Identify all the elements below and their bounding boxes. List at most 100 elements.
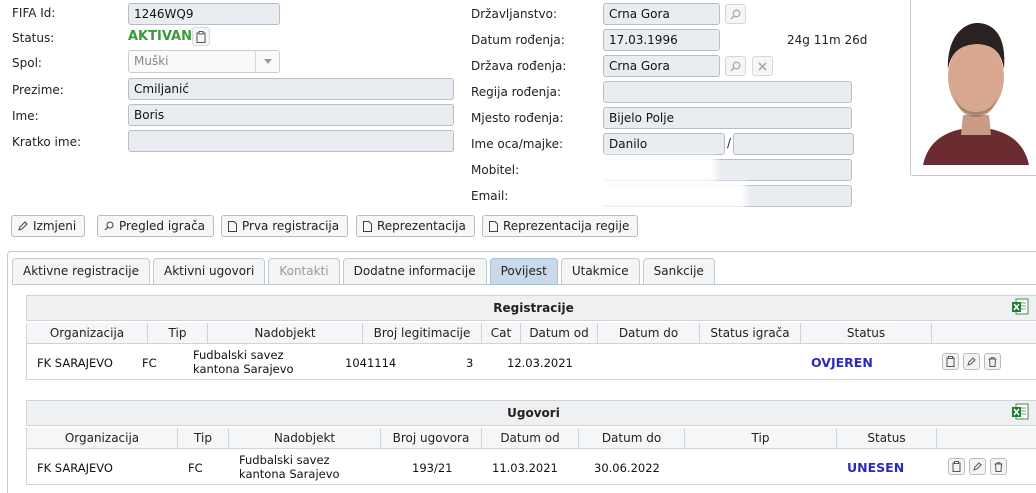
row-tip: FC	[188, 461, 203, 475]
drzava-search-button[interactable]	[725, 56, 746, 76]
reprezentacija-label: Reprezentacija	[377, 219, 466, 233]
close-icon	[758, 61, 767, 71]
column-header[interactable]: Nadobjekt	[229, 428, 381, 448]
row-delete-button[interactable]	[984, 353, 1001, 370]
ugovori-header: Organizacija Tip Nadobjekt Broj ugovora …	[26, 428, 1036, 449]
avatar	[911, 0, 1036, 175]
row-copy-button[interactable]	[948, 458, 965, 475]
clipboard-icon	[196, 30, 206, 43]
excel-export-registracije[interactable]	[1011, 298, 1029, 316]
row-nadobjekt-line2: kantona Sarajevo	[239, 467, 340, 481]
fifa-id-label: FIFA Id:	[12, 6, 56, 20]
row-delete-button[interactable]	[990, 458, 1007, 475]
prva-registracija-button[interactable]: Prva registracija	[221, 215, 349, 237]
excel-icon	[1012, 298, 1029, 315]
pregled-igraca-label: Pregled igrača	[119, 219, 206, 233]
tab-kontakti[interactable]: Kontakti	[268, 258, 340, 285]
excel-icon	[1012, 403, 1029, 420]
pencil-icon	[967, 357, 976, 366]
drzava-clear-button[interactable]	[752, 56, 773, 76]
column-header[interactable]: Status	[801, 323, 932, 343]
fifa-id-field[interactable]: 1246WQ9	[128, 3, 280, 25]
row-datum-od: 11.03.2021	[492, 461, 558, 475]
clipboard-icon	[952, 461, 961, 472]
drzava-rodjenja-label: Država rođenja:	[471, 59, 567, 73]
column-header[interactable]: Cat	[482, 323, 521, 343]
document-icon	[228, 220, 237, 232]
izmijeni-button[interactable]: Izmjeni	[11, 215, 86, 237]
column-header[interactable]: Organizacija	[27, 428, 178, 448]
tab-sankcije[interactable]: Sankcije	[642, 258, 715, 285]
email-label: Email:	[471, 189, 509, 203]
row-copy-button[interactable]	[942, 353, 959, 370]
table-row[interactable]: FK SARAJEVO FC Fudbalski savez kantona S…	[26, 449, 1036, 485]
regija-rodjenja-field[interactable]	[603, 81, 852, 103]
tab-dodatne-informacije[interactable]: Dodatne informacije	[342, 258, 487, 285]
prezime-field[interactable]: Cmiljanić	[128, 78, 454, 100]
datum-rodjenja-label: Datum rođenja:	[471, 33, 565, 47]
row-datum-do: 30.06.2022	[594, 461, 660, 475]
row-edit-button[interactable]	[963, 353, 980, 370]
regija-rodjenja-label: Regija rođenja:	[471, 85, 561, 99]
column-header[interactable]: Organizacija	[27, 323, 148, 343]
prezime-label: Prezime:	[12, 83, 64, 97]
player-photo	[910, 0, 1036, 176]
mobitel-label: Mobitel:	[471, 163, 520, 177]
column-header[interactable]: Status	[837, 428, 937, 448]
tab-utakmice[interactable]: Utakmice	[560, 258, 640, 285]
ime-field[interactable]: Boris	[128, 104, 454, 126]
registracije-header: Organizacija Tip Nadobjekt Broj legitima…	[26, 323, 1036, 344]
mjesto-rodjenja-field[interactable]: Bijelo Polje	[603, 107, 852, 129]
column-header[interactable]: Datum do	[579, 428, 685, 448]
column-header[interactable]: Broj legitimacije	[363, 323, 482, 343]
izmijeni-label: Izmjeni	[33, 219, 77, 233]
row-broj-legitimacije: 1041114	[345, 356, 397, 370]
drzavljanstvo-field[interactable]: Crna Gora	[603, 3, 720, 25]
table-row[interactable]: FK SARAJEVO FC Fudbalski savez kantona S…	[26, 344, 1036, 380]
column-header[interactable]: Status igrača	[700, 323, 801, 343]
prva-registracija-label: Prva registracija	[242, 219, 340, 233]
row-cat: 3	[466, 356, 474, 370]
row-broj-ugovora: 193/21	[412, 461, 453, 475]
drzava-rodjenja-field[interactable]: Crna Gora	[603, 55, 720, 77]
reprezentacija-regije-button[interactable]: Reprezentacija regije	[482, 215, 639, 237]
reprezentacija-regije-label: Reprezentacija regije	[503, 219, 630, 233]
excel-export-ugovori[interactable]	[1011, 403, 1029, 421]
column-header[interactable]: Nadobjekt	[208, 323, 363, 343]
column-header[interactable]: Tip	[685, 428, 837, 448]
row-nadobjekt-line2: kantona Sarajevo	[193, 362, 294, 376]
ime-majke-field[interactable]	[733, 133, 854, 155]
ime-roditelja-label: Ime oca/majke:	[471, 137, 564, 151]
trash-icon	[988, 356, 997, 367]
trash-icon	[994, 461, 1003, 472]
status-badge: UNESEN	[847, 460, 905, 475]
drzavljanstvo-search-button[interactable]	[725, 4, 746, 24]
drzavljanstvo-label: Državljanstvo:	[471, 7, 557, 21]
row-nadobjekt-line1: Fudbalski savez	[193, 348, 284, 362]
document-icon	[489, 220, 498, 232]
kratko-ime-field[interactable]	[128, 130, 454, 152]
ime-oca-field[interactable]: Danilo	[603, 133, 725, 155]
column-header[interactable]: Datum od	[521, 323, 598, 343]
kratko-ime-label: Kratko ime:	[12, 135, 81, 149]
search-icon	[730, 9, 741, 20]
tab-aktivni-ugovori[interactable]: Aktivni ugovori	[153, 258, 266, 285]
parent-separator: /	[727, 136, 732, 150]
ime-label: Ime:	[12, 109, 39, 123]
tab-aktivne-registracije[interactable]: Aktivne registracije	[12, 258, 150, 285]
row-edit-button[interactable]	[969, 458, 986, 475]
spol-select[interactable]: Muški	[128, 50, 280, 73]
column-header[interactable]: Datum do	[598, 323, 700, 343]
column-header[interactable]: Tip	[178, 428, 229, 448]
column-header[interactable]: Tip	[148, 323, 208, 343]
tab-povijest[interactable]: Povijest	[489, 258, 558, 285]
copy-status-button[interactable]	[192, 27, 210, 46]
status-label: Status:	[12, 31, 55, 45]
column-header[interactable]: Broj ugovora	[381, 428, 482, 448]
spol-selected-value: Muški	[134, 54, 169, 68]
reprezentacija-button[interactable]: Reprezentacija	[356, 215, 475, 237]
column-header[interactable]: Datum od	[482, 428, 579, 448]
datum-rodjenja-field[interactable]: 17.03.1996	[603, 29, 720, 51]
pregled-igraca-button[interactable]: Pregled igrača	[97, 215, 215, 237]
tab-bar: Aktivne registracije Aktivni ugovori Kon…	[12, 258, 715, 285]
